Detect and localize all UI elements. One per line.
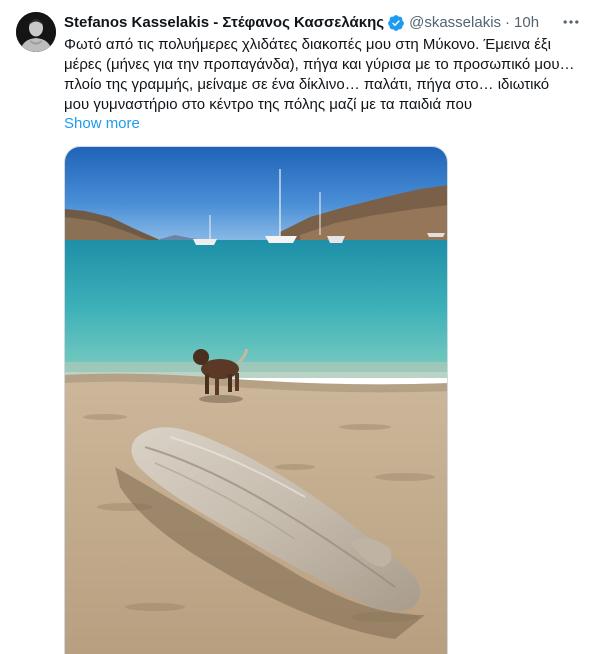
user-handle[interactable]: @skasselakis [409, 13, 501, 33]
tweet-text-line: Φωτό από τις πολυήμερες χλιδάτες διακοπέ… [64, 36, 551, 53]
tweet[interactable]: Stefanos Kasselakis - Στέφανος Κασσελάκη… [0, 0, 592, 654]
tweet-header: Stefanos Kasselakis - Στέφανος Κασσελάκη… [64, 12, 582, 34]
tweet-photo[interactable] [64, 146, 448, 654]
avatar[interactable] [16, 12, 56, 52]
tweet-text-line: πλοίο της γραμμής, μείναμε σε ένα δίκλιν… [64, 76, 550, 93]
beach-photo-image [65, 147, 447, 654]
verified-badge-icon [387, 14, 405, 32]
tweet-text-line: μου γυμναστήριο στο κέντρο της πόλης μαζ… [64, 96, 473, 113]
more-options-icon[interactable] [560, 12, 582, 32]
display-name[interactable]: Stefanos Kasselakis - Στέφανος Κασσελάκη… [64, 13, 384, 33]
timestamp[interactable]: 10h [514, 13, 539, 33]
tweet-text-line: μέρες (μήνες για την προπαγάνδα), πήγα κ… [64, 56, 575, 73]
show-more-link[interactable]: Show more [64, 114, 140, 134]
tweet-text: Φωτό από τις πολυήμερες χλιδάτες διακοπέ… [64, 35, 584, 115]
separator-dot: · [505, 14, 511, 31]
